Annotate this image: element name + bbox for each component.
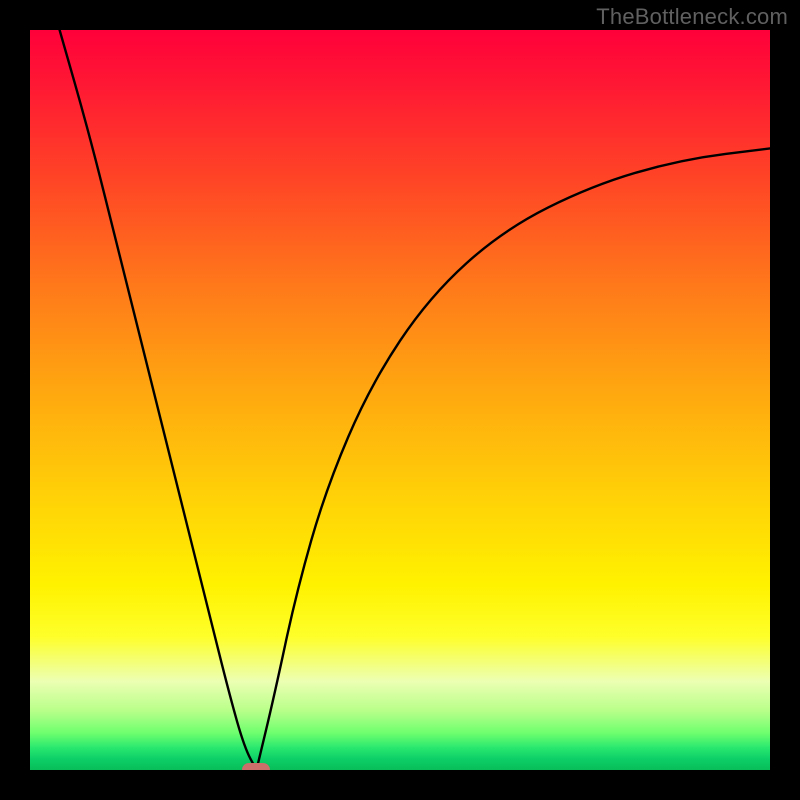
min-marker xyxy=(242,763,270,770)
bottleneck-curve xyxy=(30,30,770,770)
curve-right xyxy=(256,148,770,770)
chart-frame: TheBottleneck.com xyxy=(0,0,800,800)
curve-left xyxy=(60,30,257,770)
watermark-label: TheBottleneck.com xyxy=(596,4,788,30)
plot-area xyxy=(30,30,770,770)
